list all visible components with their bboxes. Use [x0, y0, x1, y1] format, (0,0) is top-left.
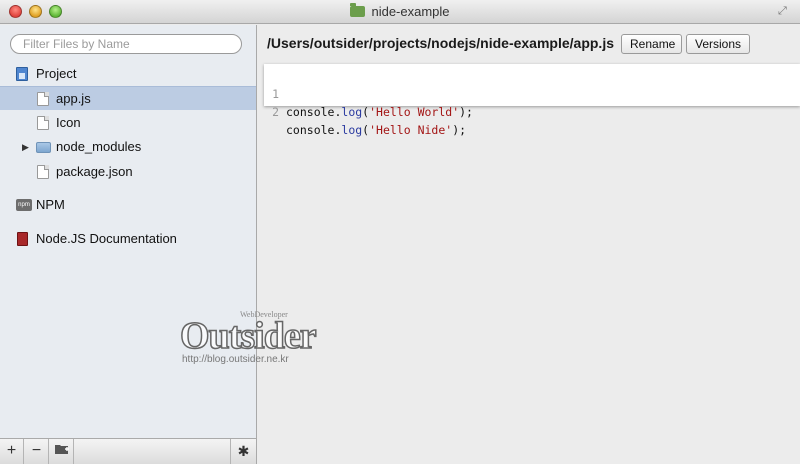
remove-file-button[interactable]: − [25, 439, 49, 464]
sidebar-item-project[interactable]: Project [0, 62, 256, 86]
file-icon [37, 92, 49, 106]
sidebar-item-label: Node.JS Documentation [36, 231, 177, 246]
disclosure-triangle-icon[interactable]: ▶ [22, 135, 29, 159]
new-folder-icon [54, 445, 69, 454]
title-bar: nide-example ⤢ [0, 0, 800, 24]
filter-files-input[interactable] [10, 34, 242, 54]
gear-icon: ✱ [237, 443, 250, 459]
folder-icon [36, 142, 51, 153]
file-path: /Users/outsider/projects/nodejs/nide-exa… [267, 35, 614, 51]
npm-icon: npm [16, 199, 32, 211]
file-icon [37, 165, 49, 179]
fullscreen-arrows-icon[interactable]: ⤢ [778, 5, 790, 17]
code-line: 1 console.log('Hello World'); [264, 67, 800, 119]
versions-button[interactable]: Versions [686, 34, 750, 54]
sidebar-toolbar: + − ✱ [0, 438, 256, 464]
file-item-icon[interactable]: Icon [0, 111, 256, 135]
book-icon [17, 232, 28, 246]
file-header: /Users/outsider/projects/nodejs/nide-exa… [258, 25, 800, 62]
window-title-text: nide-example [371, 4, 450, 19]
file-item-label: package.json [56, 164, 133, 179]
rename-button[interactable]: Rename [621, 34, 682, 54]
code-text: console.log('Hello Nide'); [286, 123, 467, 137]
sidebar-item-npm[interactable]: npm NPM [0, 193, 256, 217]
folder-item-node-modules[interactable]: ▶ node_modules [0, 135, 256, 159]
code-line: 2 console.log('Hello Nide'); [264, 85, 800, 137]
file-item-label: app.js [56, 91, 91, 106]
file-icon [37, 116, 49, 130]
add-file-button[interactable]: + [0, 439, 24, 464]
code-editor[interactable]: 1 console.log('Hello World'); 2 console.… [264, 64, 800, 137]
sidebar-item-label: Project [36, 66, 77, 81]
window-title: nide-example [0, 3, 800, 19]
project-icon [16, 67, 28, 81]
project-folder-icon [350, 3, 366, 17]
folder-item-label: node_modules [56, 139, 142, 154]
sidebar: Project app.js Icon ▶ node_modules packa… [0, 25, 257, 464]
code-text: console.log('Hello World'); [286, 105, 473, 119]
file-item-package-json[interactable]: package.json [0, 160, 256, 184]
sidebar-item-node-docs[interactable]: Node.JS Documentation [0, 227, 256, 251]
new-folder-button[interactable] [50, 439, 74, 464]
file-item-app-js[interactable]: app.js [0, 86, 256, 110]
line-number: 2 [272, 105, 279, 119]
file-item-label: Icon [56, 115, 81, 130]
search-wrap [10, 34, 242, 54]
settings-gear-button[interactable]: ✱ [230, 439, 256, 464]
sidebar-item-label: NPM [36, 197, 65, 212]
